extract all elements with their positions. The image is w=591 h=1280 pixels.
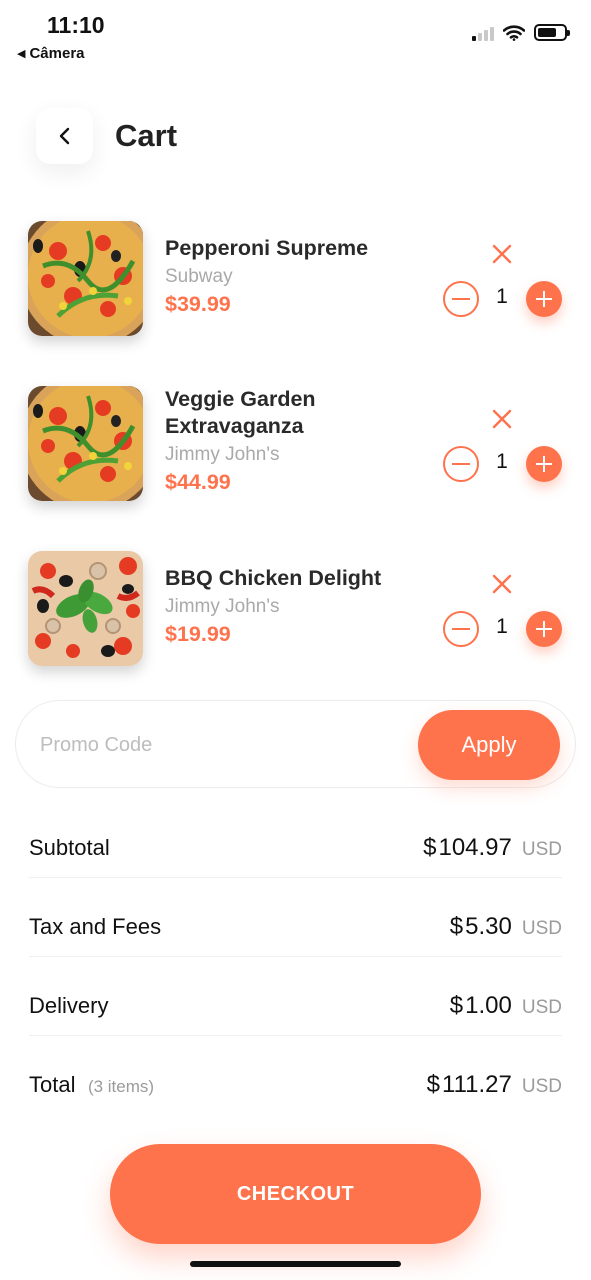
total-row: Total (3 items) $ 111.27 USD <box>29 1055 562 1115</box>
chevron-left-icon <box>59 127 69 145</box>
item-name: BBQ Chicken Delight <box>165 566 382 590</box>
checkout-button[interactable]: CHECKOUT <box>110 1144 481 1244</box>
promo-code-box: Apply <box>15 700 576 788</box>
subtotal-label: Subtotal <box>29 834 110 860</box>
item-info: BBQ Chicken Delight Jimmy John's $19.99 <box>165 565 415 647</box>
item-name: Veggie Garden Extravaganza <box>165 387 316 438</box>
tax-label: Tax and Fees <box>29 913 162 939</box>
page-title: Cart <box>115 118 178 153</box>
back-to-app-link[interactable]: ◀ Câmera <box>17 45 85 62</box>
item-store: Subway <box>165 266 233 287</box>
cart-item: BBQ Chicken Delight Jimmy John's $19.99 … <box>28 551 568 667</box>
item-price: $44.99 <box>165 470 231 494</box>
promo-code-input[interactable] <box>40 727 400 763</box>
increase-quantity-button[interactable] <box>526 281 562 317</box>
back-app-label: Câmera <box>29 45 85 62</box>
wifi-icon <box>503 24 525 41</box>
delivery-row: Delivery $ 1.00 USD <box>29 976 562 1036</box>
item-info: Veggie Garden Extravaganza Jimmy John's … <box>165 386 415 495</box>
cart-item: Veggie Garden Extravaganza Jimmy John's … <box>28 386 568 502</box>
total-value: $ 111.27 USD <box>426 1071 562 1098</box>
item-store: Jimmy John's <box>165 596 280 617</box>
total-item-count: (3 items) <box>87 1077 155 1096</box>
status-icons <box>472 24 570 41</box>
battery-icon <box>534 24 570 41</box>
tax-row: Tax and Fees $ 5.30 USD <box>29 897 562 957</box>
delivery-value: $ 1.00 USD <box>449 991 562 1019</box>
back-button[interactable] <box>36 108 93 164</box>
tax-value: $ 5.30 USD <box>449 912 562 940</box>
subtotal-row: Subtotal $ 104.97 USD <box>29 818 562 878</box>
product-image <box>28 551 143 666</box>
delivery-label: Delivery <box>29 992 109 1018</box>
back-triangle-icon: ◀ <box>17 48 26 60</box>
item-name: Pepperoni Supreme <box>165 236 369 260</box>
apply-button[interactable]: Apply <box>418 710 560 780</box>
remove-item-icon[interactable] <box>491 573 513 595</box>
decrease-quantity-button[interactable] <box>443 611 479 647</box>
increase-quantity-button[interactable] <box>526 611 562 647</box>
home-indicator <box>190 1261 401 1267</box>
quantity-value: 1 <box>496 285 508 308</box>
remove-item-icon[interactable] <box>491 408 513 430</box>
decrease-quantity-button[interactable] <box>443 281 479 317</box>
cart-item: Pepperoni Supreme Subway $39.99 1 <box>28 221 568 337</box>
quantity-value: 1 <box>496 450 508 473</box>
quantity-value: 1 <box>496 615 508 638</box>
increase-quantity-button[interactable] <box>526 446 562 482</box>
product-image <box>28 221 143 336</box>
status-time: 11:10 <box>47 12 105 38</box>
item-info: Pepperoni Supreme Subway $39.99 <box>165 235 415 317</box>
total-label-group: Total (3 items) <box>29 1072 154 1098</box>
item-store: Jimmy John's <box>165 444 280 465</box>
item-price: $19.99 <box>165 622 231 646</box>
total-label: Total <box>29 1072 76 1097</box>
product-image <box>28 386 143 501</box>
cellular-signal-icon <box>472 25 494 41</box>
decrease-quantity-button[interactable] <box>443 446 479 482</box>
remove-item-icon[interactable] <box>491 243 513 265</box>
subtotal-value: $ 104.97 USD <box>423 833 562 861</box>
item-price: $39.99 <box>165 292 231 316</box>
